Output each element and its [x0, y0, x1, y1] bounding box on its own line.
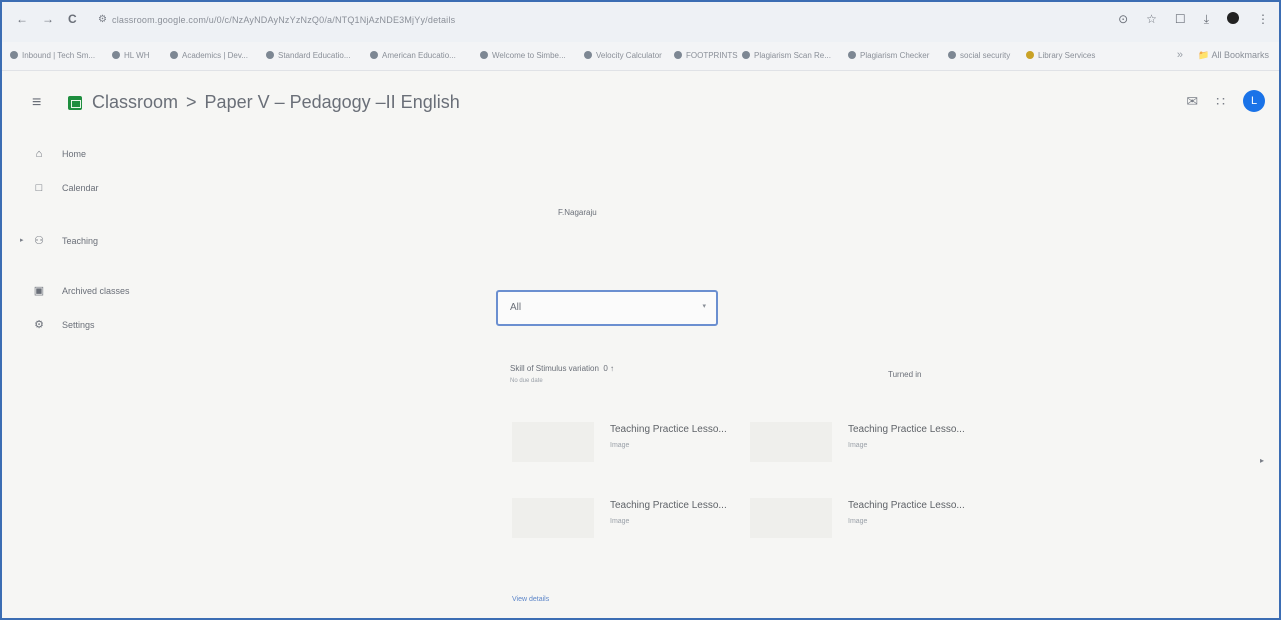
- attachment-title: Teaching Practice Lesso...: [848, 500, 965, 511]
- globe-icon: [674, 51, 682, 59]
- attachment-title: Teaching Practice Lesso...: [610, 500, 727, 511]
- attachment-item[interactable]: Teaching Practice Lesso... Image: [750, 422, 965, 462]
- bookmark-item[interactable]: HL WH: [112, 51, 149, 60]
- sidebar-item-settings[interactable]: ⚙ Settings: [32, 318, 95, 331]
- sidebar-item-home[interactable]: ⌂ Home: [32, 148, 86, 160]
- bookmark-item[interactable]: social security: [948, 51, 1010, 60]
- bookmark-item[interactable]: Velocity Calculator: [584, 51, 662, 60]
- all-bookmarks-button[interactable]: 📁 All Bookmarks: [1198, 50, 1269, 61]
- sidebar-item-label: Home: [62, 149, 87, 159]
- attachment-thumbnail: [750, 498, 832, 538]
- bookmark-item[interactable]: Standard Educatio...: [266, 51, 351, 60]
- site-info-icon[interactable]: ⚙: [98, 14, 107, 25]
- address-bar[interactable]: classroom.google.com/u/0/c/NzAyNDAyNzYzN…: [112, 15, 455, 25]
- attachment-title: Teaching Practice Lesso...: [848, 424, 965, 435]
- bookmarks-bar: Inbound | Tech Sm... HL WH Academics | D…: [2, 42, 1279, 71]
- student-name: F.Nagaraju: [558, 208, 597, 217]
- assignment-title[interactable]: Skill of Stimulus variation 0 ↑: [510, 364, 614, 373]
- lens-icon[interactable]: ⊙: [1118, 12, 1128, 27]
- hamburger-menu-icon[interactable]: ≡: [32, 94, 41, 112]
- attachment-type: Image: [610, 442, 630, 449]
- expand-icon[interactable]: ▸: [20, 236, 24, 244]
- gear-icon: ⚙: [34, 319, 44, 331]
- screen-frame: ← → C ⚙ classroom.google.com/u/0/c/NzAyN…: [0, 0, 1281, 620]
- home-icon: ⌂: [35, 148, 43, 160]
- people-icon: ⚇: [34, 235, 44, 247]
- attachment-title: Teaching Practice Lesso...: [610, 424, 727, 435]
- globe-icon: [742, 51, 750, 59]
- app-header: ≡ Classroom > Paper V – Pedagogy –II Engli…: [2, 70, 1279, 140]
- attachment-type: Image: [610, 518, 630, 525]
- assignment-card: Skill of Stimulus variation 0 ↑ No due d…: [496, 348, 996, 618]
- attachment-item[interactable]: Teaching Practice Lesso... Image: [512, 498, 727, 538]
- bookmark-item[interactable]: FOOTPRINTS: [674, 51, 738, 60]
- assignment-count: 0 ↑: [603, 364, 615, 373]
- filter-select[interactable]: All ▾: [496, 290, 718, 326]
- bookmark-item[interactable]: American Educatio...: [370, 51, 456, 60]
- class-name-link[interactable]: Paper V – Pedagogy –II English: [205, 92, 460, 112]
- bookmark-icon: [1026, 51, 1034, 59]
- classroom-logo-icon[interactable]: [68, 96, 82, 110]
- status-badge: Turned in: [888, 370, 922, 379]
- globe-icon: [112, 51, 120, 59]
- globe-icon: [370, 51, 378, 59]
- globe-icon: [10, 51, 18, 59]
- chevron-down-icon: ▾: [702, 303, 706, 310]
- extensions-icon[interactable]: ☐: [1175, 12, 1186, 27]
- sidebar-item-label: Teaching: [62, 236, 99, 246]
- browser-toolbar: ← → C ⚙ classroom.google.com/u/0/c/NzAyN…: [2, 2, 1279, 42]
- header-actions: ✉ ∷ L: [1186, 90, 1265, 112]
- attachment-item[interactable]: Teaching Practice Lesso... Image: [512, 422, 727, 462]
- bookmark-star-icon[interactable]: ☆: [1146, 12, 1157, 27]
- sidebar-item-label: Calendar: [62, 183, 99, 193]
- bookmark-item[interactable]: Plagiarism Scan Re...: [742, 51, 831, 60]
- calendar-icon: □: [35, 182, 43, 194]
- view-details-link[interactable]: View details: [512, 596, 549, 603]
- globe-icon: [584, 51, 592, 59]
- bookmark-item[interactable]: Welcome to Simbe...: [480, 51, 566, 60]
- sidebar-item-archived[interactable]: ▣ Archived classes: [32, 284, 130, 297]
- globe-icon: [948, 51, 956, 59]
- user-avatar[interactable]: L: [1243, 90, 1265, 112]
- profile-avatar[interactable]: [1227, 12, 1239, 24]
- filter-value: All: [510, 302, 522, 313]
- apps-grid-icon[interactable]: ∷: [1216, 93, 1225, 110]
- attachment-thumbnail: [512, 422, 594, 462]
- globe-icon: [266, 51, 274, 59]
- bookmarks-overflow-icon[interactable]: »: [1177, 49, 1183, 61]
- back-icon[interactable]: ←: [16, 12, 28, 26]
- sidebar-item-calendar[interactable]: □ Calendar: [32, 182, 99, 194]
- bookmark-item[interactable]: Library Services: [1026, 51, 1095, 60]
- breadcrumb: Classroom > Paper V – Pedagogy –II English: [92, 92, 460, 113]
- menu-icon[interactable]: ⋮: [1257, 12, 1269, 27]
- browser-actions: ⊙ ☆ ☐ ⤓ ⋮: [1118, 12, 1269, 27]
- sidebar-item-label: Archived classes: [62, 286, 130, 296]
- attachment-type: Image: [848, 518, 868, 525]
- globe-icon: [480, 51, 488, 59]
- bookmark-item[interactable]: Inbound | Tech Sm...: [10, 51, 95, 60]
- attachment-thumbnail: [512, 498, 594, 538]
- reload-icon[interactable]: C: [68, 12, 77, 26]
- globe-icon: [170, 51, 178, 59]
- download-icon[interactable]: ⤓: [1204, 12, 1209, 27]
- sidebar-item-teaching[interactable]: ⚇ Teaching: [32, 234, 98, 247]
- forward-icon[interactable]: →: [42, 12, 54, 26]
- app-name-link[interactable]: Classroom: [92, 92, 178, 112]
- mail-icon[interactable]: ✉: [1186, 93, 1198, 110]
- attachment-thumbnail: [750, 422, 832, 462]
- globe-icon: [848, 51, 856, 59]
- due-date: No due date: [510, 378, 543, 384]
- attachment-type: Image: [848, 442, 868, 449]
- sidebar-item-label: Settings: [62, 320, 95, 330]
- scroll-indicator-icon[interactable]: ▸: [1260, 456, 1264, 465]
- breadcrumb-separator: >: [186, 92, 197, 112]
- archive-icon: ▣: [33, 285, 45, 297]
- bookmark-item[interactable]: Academics | Dev...: [170, 51, 248, 60]
- attachment-item[interactable]: Teaching Practice Lesso... Image: [750, 498, 965, 538]
- bookmark-item[interactable]: Plagiarism Checker: [848, 51, 929, 60]
